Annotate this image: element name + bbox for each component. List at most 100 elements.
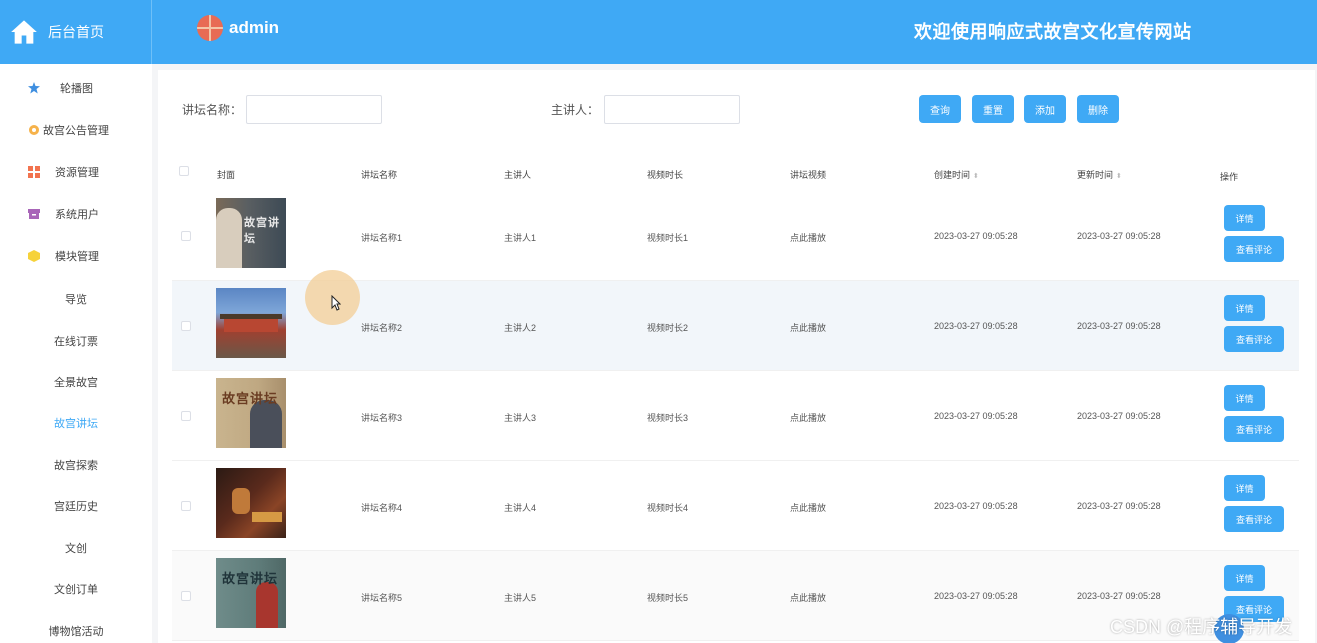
speaker-search-input[interactable] (604, 95, 740, 124)
view-comments-button[interactable]: 查看评论 (1224, 326, 1284, 352)
name-cell: 讲坛名称2 (361, 323, 403, 333)
detail-button[interactable]: 详情 (1224, 475, 1265, 501)
mouse-pointer-icon (331, 295, 341, 311)
cover-image: 故宫讲坛 (216, 558, 286, 628)
table-header: 封面 讲坛名称 主讲人 视频时长 讲坛视频 创建时间 ⬍ 更新时间 ⬍ 操作 (172, 158, 1299, 192)
user-menu[interactable]: admin (197, 15, 279, 41)
top-header: 后台首页 admin 欢迎使用响应式故宫文化宣传网站 (0, 0, 1317, 64)
sidebar-item-forum[interactable]: 故宫讲坛 (0, 403, 152, 443)
reset-button[interactable]: 重置 (972, 95, 1014, 123)
cover-title: 故宫讲坛 (244, 217, 280, 245)
play-video-link[interactable]: 点此播放 (790, 231, 826, 244)
sidebar-item-explore[interactable]: 故宫探索 (0, 445, 152, 485)
sidebar-item-panorama[interactable]: 全景故宫 (0, 362, 152, 402)
select-all-checkbox[interactable] (179, 166, 189, 176)
cover-image (216, 468, 286, 538)
cover-image: 故宫讲坛 (216, 198, 286, 268)
sidebar-item-label: 系统用户 (55, 209, 99, 221)
sort-icon: ⬍ (973, 173, 979, 180)
sidebar-item-creative-orders[interactable]: 文创订单 (0, 569, 152, 609)
table-row: 故宫讲坛 讲坛名称1 主讲人1 视频时长1 点此播放 2023-03-27 09… (172, 191, 1299, 281)
view-comments-button[interactable]: 查看评论 (1224, 416, 1284, 442)
view-comments-button[interactable]: 查看评论 (1224, 236, 1284, 262)
row-checkbox[interactable] (181, 411, 191, 421)
duration-cell: 视频时长4 (647, 503, 689, 513)
sidebar-item-museum-events[interactable]: 博物馆活动 (0, 611, 152, 643)
sidebar-item-label: 模块管理 (55, 251, 99, 263)
avatar (197, 15, 223, 41)
row-checkbox[interactable] (181, 321, 191, 331)
updated-cell: 2023-03-27 09:05:28 (1077, 231, 1161, 241)
name-cell: 讲坛名称5 (361, 593, 403, 603)
sidebar-item-resources[interactable]: 资源管理 (0, 152, 152, 192)
speaker-cell: 主讲人5 (504, 593, 537, 603)
column-header: 视频时长 (647, 170, 684, 180)
cover-title: 故宫讲坛 (222, 391, 279, 406)
sidebar-item-users[interactable]: 系统用户 (0, 194, 152, 234)
play-video-link[interactable]: 点此播放 (790, 591, 826, 604)
duration-cell: 视频时长5 (647, 593, 689, 603)
sidebar-item-carousel[interactable]: 轮播图 (0, 68, 152, 108)
sort-icon: ⬍ (1116, 173, 1122, 180)
updated-cell: 2023-03-27 09:05:28 (1077, 501, 1161, 511)
column-header: 讲坛名称 (361, 170, 398, 180)
updated-cell: 2023-03-27 09:05:28 (1077, 321, 1161, 331)
users-icon (28, 209, 40, 219)
play-video-link[interactable]: 点此播放 (790, 501, 826, 514)
detail-button[interactable]: 详情 (1224, 385, 1265, 411)
speaker-search-label: 主讲人： (551, 103, 600, 117)
delete-button[interactable]: 删除 (1077, 95, 1119, 123)
cube-icon (28, 250, 40, 262)
sidebar-item-guide[interactable]: 导览 (0, 279, 152, 319)
name-cell: 讲坛名称3 (361, 413, 403, 423)
home-label: 后台首页 (48, 24, 104, 40)
speaker-cell: 主讲人2 (504, 323, 537, 333)
duration-cell: 视频时长2 (647, 323, 689, 333)
detail-button[interactable]: 详情 (1224, 565, 1265, 591)
sidebar: 轮播图 故宫公告管理 资源管理 系统用户 模块管理 导览 在线订票 全景故宫 故… (0, 64, 152, 643)
speaker-cell: 主讲人4 (504, 503, 537, 513)
detail-button[interactable]: 详情 (1224, 205, 1265, 231)
table-row: 故宫讲坛 讲坛名称3 主讲人3 视频时长3 点此播放 2023-03-27 09… (172, 371, 1299, 461)
site-title: 欢迎使用响应式故宫文化宣传网站 (914, 22, 1192, 42)
created-cell: 2023-03-27 09:05:28 (934, 591, 1018, 601)
gear-icon (29, 125, 39, 135)
sidebar-item-announcements[interactable]: 故宫公告管理 (0, 110, 152, 150)
sidebar-item-tickets[interactable]: 在线订票 (0, 321, 152, 361)
detail-button[interactable]: 详情 (1224, 295, 1265, 321)
play-video-link[interactable]: 点此播放 (790, 411, 826, 424)
add-button[interactable]: 添加 (1024, 95, 1066, 123)
created-cell: 2023-03-27 09:05:28 (934, 321, 1018, 331)
row-checkbox[interactable] (181, 591, 191, 601)
home-icon (11, 20, 37, 44)
column-header: 主讲人 (504, 170, 532, 180)
created-header-sort[interactable]: 创建时间 ⬍ (934, 168, 979, 181)
duration-cell: 视频时长1 (647, 233, 689, 243)
sidebar-item-label: 资源管理 (55, 167, 99, 179)
column-header: 操作 (1220, 172, 1239, 182)
row-checkbox[interactable] (181, 231, 191, 241)
column-header: 封面 (217, 170, 236, 180)
speaker-cell: 主讲人3 (504, 413, 537, 423)
home-link[interactable]: 后台首页 (0, 0, 152, 64)
sidebar-item-creative[interactable]: 文创 (0, 528, 152, 568)
star-icon (28, 82, 40, 94)
column-header: 创建时间 (934, 170, 971, 180)
created-cell: 2023-03-27 09:05:28 (934, 501, 1018, 511)
query-button[interactable]: 查询 (919, 95, 961, 123)
cover-image (216, 288, 286, 358)
name-search-input[interactable] (246, 95, 382, 124)
play-video-link[interactable]: 点此播放 (790, 321, 826, 334)
cursor-highlight (305, 270, 360, 325)
grid-icon (28, 166, 40, 178)
column-header: 讲坛视频 (790, 170, 827, 180)
view-comments-button[interactable]: 查看评论 (1224, 506, 1284, 532)
duration-cell: 视频时长3 (647, 413, 689, 423)
sidebar-item-history[interactable]: 宫廷历史 (0, 486, 152, 526)
name-cell: 讲坛名称4 (361, 503, 403, 513)
sidebar-item-label: 轮播图 (60, 83, 93, 95)
name-cell: 讲坛名称1 (361, 233, 403, 243)
row-checkbox[interactable] (181, 501, 191, 511)
sidebar-item-modules[interactable]: 模块管理 (0, 236, 152, 276)
updated-header-sort[interactable]: 更新时间 ⬍ (1077, 168, 1122, 181)
